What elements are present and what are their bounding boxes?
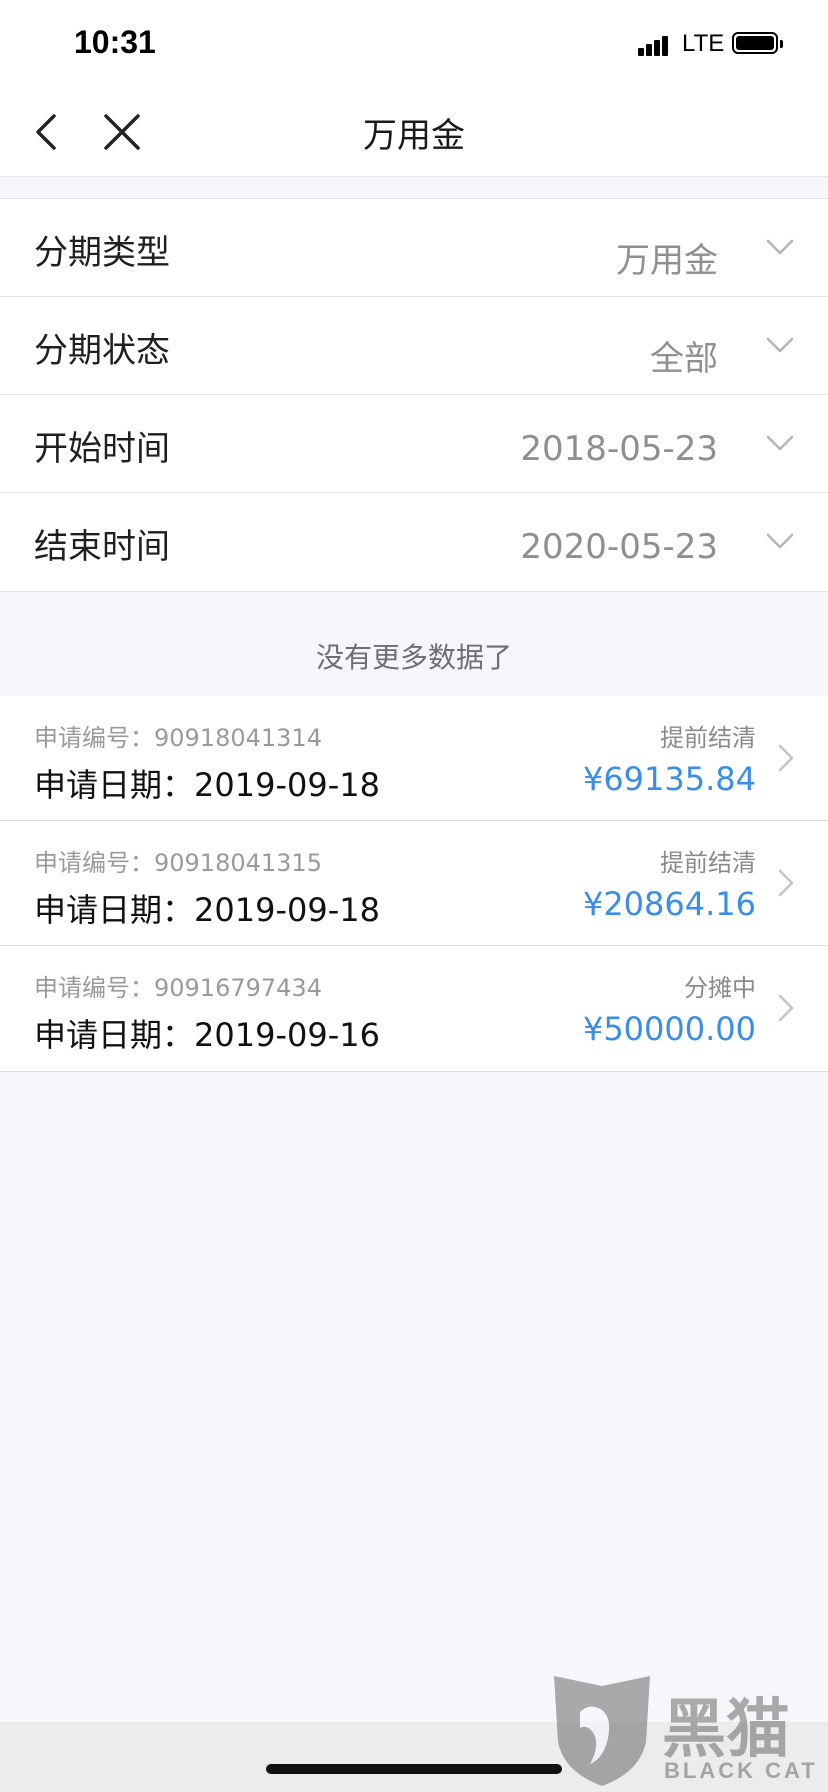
status-bar: 10:31 LTE [0, 0, 828, 88]
list-item[interactable]: 申请编号：90918041315 申请日期：2019-09-18 提前结清 ¥2… [0, 821, 828, 946]
watermark: 黑猫 BLACK CAT [550, 1672, 822, 1788]
filter-label: 分期类型 [34, 233, 170, 273]
home-indicator[interactable] [266, 1764, 562, 1774]
application-number: 申请编号：90918041314 [34, 724, 322, 752]
filter-label: 开始时间 [34, 429, 170, 469]
no-more-data-text: 没有更多数据了 [315, 641, 512, 674]
chevron-right-icon [774, 740, 798, 776]
chevron-right-icon [774, 990, 798, 1026]
filter-label: 分期状态 [34, 331, 170, 371]
filter-list: 分期类型 万用金 分期状态 全部 开始时间 2018-05-23 结束时间 20… [0, 198, 828, 592]
filter-value: 万用金 [616, 241, 718, 281]
record-list: 申请编号：90918041314 申请日期：2019-09-18 提前结清 ¥6… [0, 696, 828, 1072]
filter-value: 2020-05-23 [520, 527, 718, 567]
list-item[interactable]: 申请编号：90916797434 申请日期：2019-09-16 分摊中 ¥50… [0, 946, 828, 1071]
chevron-down-icon [762, 425, 798, 461]
list-item[interactable]: 申请编号：90918041314 申请日期：2019-09-18 提前结清 ¥6… [0, 696, 828, 821]
application-date: 申请日期：2019-09-18 [34, 766, 380, 804]
record-amount: ¥69135.84 [582, 760, 756, 798]
cat-logo-icon [554, 1676, 650, 1786]
record-amount: ¥20864.16 [582, 885, 756, 923]
filter-installment-type[interactable]: 分期类型 万用金 [0, 199, 828, 297]
page-title: 万用金 [363, 116, 465, 156]
record-status: 提前结清 [660, 849, 756, 877]
record-amount: ¥50000.00 [582, 1010, 756, 1048]
network-label: LTE [682, 30, 725, 57]
status-time: 10:31 [74, 24, 156, 60]
application-number: 申请编号：90916797434 [34, 974, 322, 1002]
watermark-text: 黑猫 [662, 1693, 790, 1767]
chevron-down-icon [762, 229, 798, 265]
chevron-down-icon [762, 327, 798, 363]
signal-icon [638, 34, 674, 56]
filter-start-date[interactable]: 开始时间 2018-05-23 [0, 395, 828, 493]
watermark-text-en: BLACK CAT [664, 1758, 818, 1783]
application-number: 申请编号：90918041315 [34, 849, 322, 877]
filter-value: 2018-05-23 [520, 429, 718, 469]
application-date: 申请日期：2019-09-16 [34, 1016, 380, 1054]
filter-installment-status[interactable]: 分期状态 全部 [0, 297, 828, 395]
filter-value: 全部 [650, 339, 718, 379]
application-date: 申请日期：2019-09-18 [34, 891, 380, 929]
record-status: 分摊中 [684, 974, 756, 1002]
nav-bar: 万用金 [0, 88, 828, 177]
filter-end-date[interactable]: 结束时间 2020-05-23 [0, 493, 828, 591]
filter-label: 结束时间 [34, 527, 170, 567]
record-status: 提前结清 [660, 724, 756, 752]
chevron-down-icon [762, 523, 798, 559]
chevron-right-icon [774, 865, 798, 901]
battery-icon [732, 32, 783, 54]
